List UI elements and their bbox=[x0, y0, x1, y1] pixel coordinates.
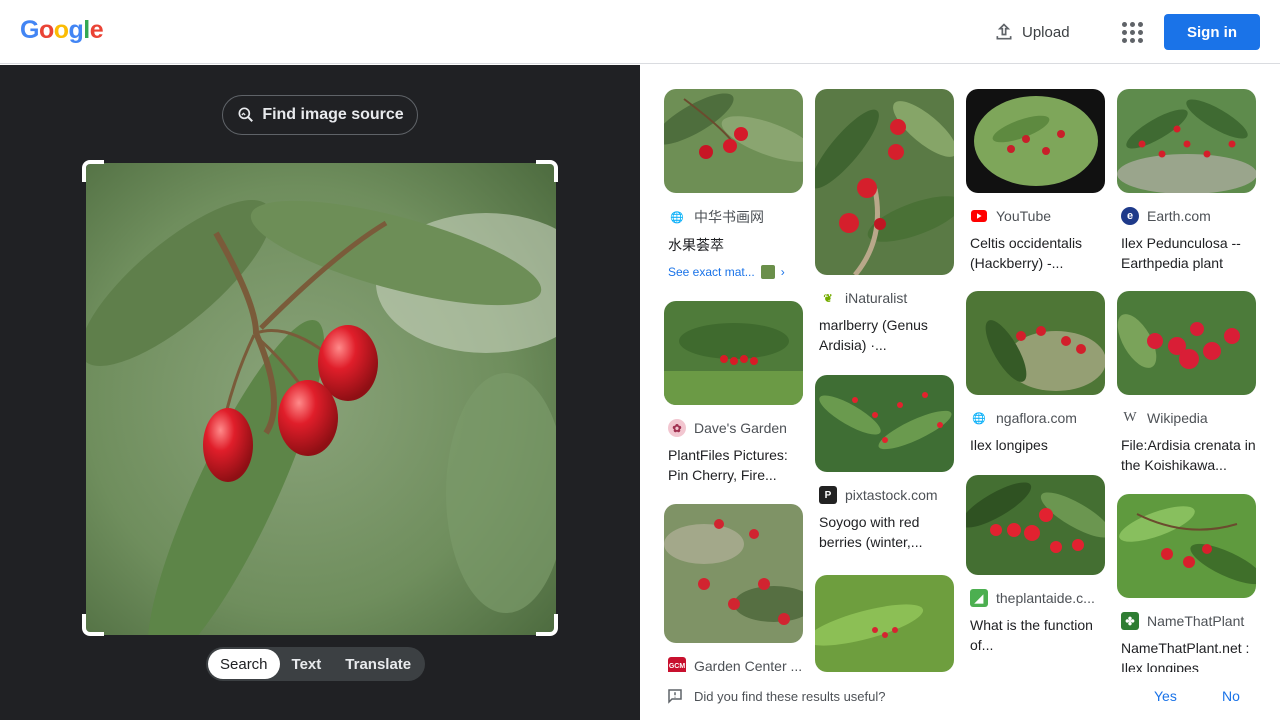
result-card[interactable]: e Earth.com Ilex Pedunculosa -- Earthpedi… bbox=[1117, 89, 1256, 273]
sign-in-button[interactable]: Sign in bbox=[1164, 14, 1260, 50]
result-card[interactable]: W Wikipedia File:Ardisia crenata in the K… bbox=[1117, 291, 1256, 475]
find-image-source-label: Find image source bbox=[262, 106, 404, 123]
wikipedia-icon: W bbox=[1123, 410, 1137, 425]
result-title[interactable]: What is the function of... bbox=[966, 615, 1105, 655]
result-thumbnail[interactable] bbox=[664, 301, 803, 405]
result-source: YouTube bbox=[996, 208, 1052, 224]
result-card[interactable]: 🌐 中华书画网 水果荟萃 See exact mat... › bbox=[664, 89, 803, 279]
result-source: Garden Center ... bbox=[694, 658, 803, 672]
result-title[interactable]: Celtis occidentalis (Hackberry) -... bbox=[966, 233, 1105, 273]
globe-icon: 🌐 bbox=[670, 211, 684, 224]
result-source: theplantaide.c... bbox=[996, 590, 1095, 606]
logo-letter: e bbox=[89, 16, 104, 44]
result-thumbnail[interactable] bbox=[1117, 494, 1256, 598]
feedback-question: Did you find these results useful? bbox=[694, 688, 886, 704]
see-exact-matches-label: See exact mat... bbox=[668, 265, 755, 279]
result-source: Dave's Garden bbox=[694, 420, 787, 436]
result-title[interactable]: Soyogo with red berries (winter,... bbox=[815, 512, 954, 552]
result-card[interactable]: GCM Garden Center ... bbox=[664, 504, 803, 672]
result-title[interactable]: marlberry (Genus Ardisia) ·... bbox=[815, 315, 954, 355]
image-search-icon bbox=[238, 107, 254, 122]
result-thumbnail[interactable] bbox=[815, 89, 954, 275]
result-thumbnail[interactable] bbox=[1117, 89, 1256, 193]
result-card[interactable]: Ppixtastock.com Soyogo with red berries … bbox=[815, 375, 954, 552]
plantaide-icon: ◢ bbox=[970, 589, 988, 607]
result-card[interactable]: ❦ iNaturalist marlberry (Genus Ardisia) ·… bbox=[815, 89, 954, 355]
feedback-icon bbox=[668, 689, 682, 704]
result-title[interactable]: 水果荟萃 bbox=[664, 235, 803, 255]
find-image-source-button[interactable]: Find image source bbox=[222, 95, 418, 135]
feedback-yes-button[interactable]: Yes bbox=[1154, 688, 1177, 704]
logo-letter: G bbox=[20, 16, 39, 44]
google-logo[interactable]: Google bbox=[20, 16, 104, 45]
crop-handle-bottom-left[interactable] bbox=[82, 614, 104, 636]
garden-center-icon: GCM bbox=[668, 657, 686, 672]
result-card[interactable] bbox=[815, 575, 954, 672]
apps-grid-icon[interactable] bbox=[1114, 14, 1150, 50]
result-title[interactable]: File:Ardisia crenata in the Koishikawa..… bbox=[1117, 435, 1256, 475]
earth-icon: e bbox=[1121, 207, 1139, 225]
visual-matches-grid: 🌐 中华书画网 水果荟萃 See exact mat... › ✿ Dave's Ga… bbox=[640, 65, 1280, 672]
crop-handle-top-right[interactable] bbox=[536, 160, 558, 182]
result-source: Earth.com bbox=[1147, 208, 1211, 224]
result-thumbnail[interactable] bbox=[815, 575, 954, 672]
result-card[interactable]: ✿ Dave's Garden PlantFiles Pictures: Pin … bbox=[664, 301, 803, 485]
result-thumbnail[interactable] bbox=[815, 375, 954, 472]
namethatplant-icon: ✤ bbox=[1121, 612, 1139, 630]
mode-translate-tab[interactable]: Translate bbox=[333, 649, 423, 679]
result-card[interactable]: ◢ theplantaide.c... What is the function … bbox=[966, 475, 1105, 655]
result-title[interactable]: NameThatPlant.net : Ilex longipes bbox=[1117, 638, 1256, 672]
result-source: iNaturalist bbox=[845, 290, 908, 306]
chevron-right-icon: › bbox=[780, 265, 785, 279]
upload-icon bbox=[996, 23, 1012, 40]
result-card[interactable]: YouTube Celtis occidentalis (Hackberry) … bbox=[966, 89, 1105, 273]
result-source: Wikipedia bbox=[1147, 410, 1208, 426]
mode-switcher: Search Text Translate bbox=[206, 647, 426, 681]
result-source: pixtastock.com bbox=[845, 487, 938, 503]
see-exact-matches-link[interactable]: See exact mat... › bbox=[664, 265, 803, 279]
result-source: ngaflora.com bbox=[996, 410, 1077, 426]
crop-handle-bottom-right[interactable] bbox=[536, 614, 558, 636]
query-image bbox=[86, 163, 556, 635]
result-title[interactable]: Ilex longipes bbox=[966, 435, 1105, 455]
daves-garden-icon: ✿ bbox=[668, 419, 686, 437]
crop-handle-top-left[interactable] bbox=[82, 160, 104, 182]
upload-label: Upload bbox=[1022, 23, 1070, 41]
exact-match-thumb bbox=[760, 265, 775, 279]
result-source: 中华书画网 bbox=[694, 209, 764, 225]
result-thumbnail[interactable] bbox=[966, 475, 1105, 575]
logo-letter: o bbox=[53, 16, 69, 44]
upload-button[interactable]: Upload bbox=[984, 14, 1080, 50]
mode-text-tab[interactable]: Text bbox=[280, 649, 334, 679]
pixtastock-icon: P bbox=[819, 486, 837, 504]
result-thumbnail[interactable] bbox=[966, 89, 1105, 193]
inaturalist-icon: ❦ bbox=[823, 292, 833, 305]
result-thumbnail[interactable] bbox=[664, 89, 803, 193]
feedback-bar: Did you find these results useful? Yes N… bbox=[640, 672, 1280, 720]
top-bar: Google Upload Sign in bbox=[0, 0, 1280, 64]
result-card[interactable]: 🌐 ngaflora.com Ilex longipes bbox=[966, 291, 1105, 455]
result-title[interactable]: PlantFiles Pictures: Pin Cherry, Fire... bbox=[664, 445, 803, 485]
logo-letter: g bbox=[68, 16, 84, 44]
youtube-icon bbox=[970, 207, 988, 225]
result-thumbnail[interactable] bbox=[664, 504, 803, 643]
query-panel: Find image source Search Text Translate bbox=[0, 65, 640, 720]
result-source: NameThatPlant bbox=[1147, 613, 1245, 629]
result-title[interactable]: Ilex Pedunculosa -- Earthpedia plant bbox=[1117, 233, 1256, 273]
result-thumbnail[interactable] bbox=[1117, 291, 1256, 395]
mode-search-tab[interactable]: Search bbox=[208, 649, 280, 679]
result-card[interactable]: ✤ NameThatPlant NameThatPlant.net : Ilex … bbox=[1117, 494, 1256, 672]
result-thumbnail[interactable] bbox=[966, 291, 1105, 395]
logo-letter: o bbox=[38, 16, 54, 44]
globe-icon: 🌐 bbox=[972, 412, 986, 425]
feedback-no-button[interactable]: No bbox=[1222, 688, 1240, 704]
